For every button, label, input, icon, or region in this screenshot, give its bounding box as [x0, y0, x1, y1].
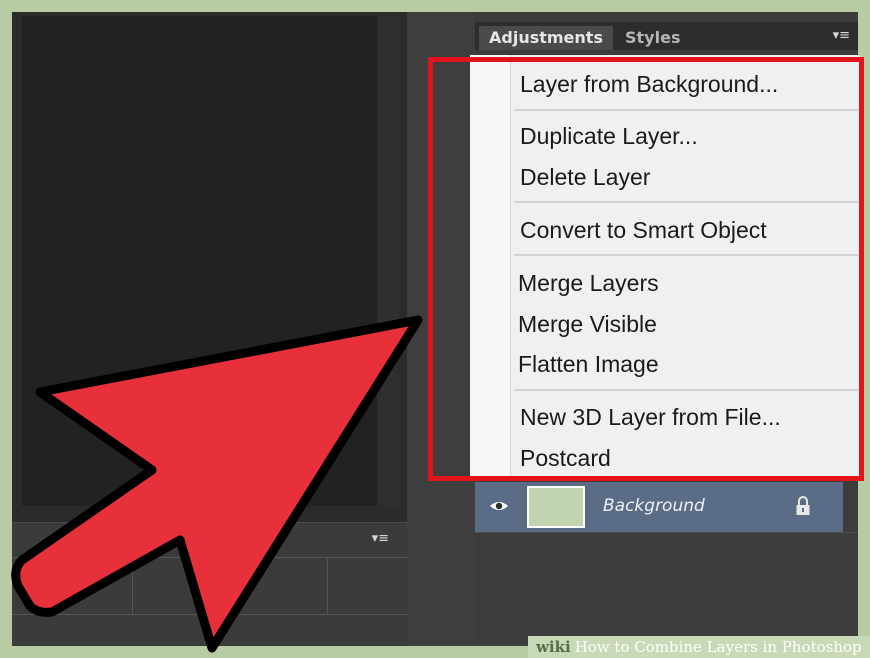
menu-item-merge-layers[interactable]: Merge Layers	[518, 268, 659, 298]
layer-row-background[interactable]: Background	[475, 482, 843, 532]
lower-panel-grid	[12, 557, 407, 615]
canvas-scrollbar[interactable]	[377, 16, 399, 506]
menu-item-layer-from-background[interactable]: Layer from Background...	[520, 69, 778, 99]
watermark: wiki How to Combine Layers in Photoshop	[528, 636, 870, 658]
menu-item-postcard[interactable]: Postcard	[520, 443, 611, 473]
lower-panel-cell	[12, 558, 133, 614]
menu-item-duplicate-layer[interactable]: Duplicate Layer...	[520, 121, 698, 151]
canvas-area: ▾≡	[12, 12, 407, 646]
watermark-brand: wiki	[536, 638, 571, 656]
menu-separator	[514, 201, 860, 203]
menu-item-delete-layer[interactable]: Delete Layer	[520, 162, 650, 192]
menu-item-new-3d-layer[interactable]: New 3D Layer from File...	[520, 402, 781, 432]
lock-icon	[796, 496, 810, 515]
layer-name[interactable]: Background	[603, 496, 705, 516]
watermark-text: How to Combine Layers in Photoshop	[574, 638, 862, 656]
menu-item-flatten-image[interactable]: Flatten Image	[518, 349, 659, 379]
menu-gutter	[470, 55, 511, 481]
lower-panel-cell	[132, 558, 328, 614]
panel-menu-icon[interactable]: ▾≡	[372, 531, 389, 546]
menu-item-convert-smart-object[interactable]: Convert to Smart Object	[520, 215, 767, 245]
menu-separator	[514, 389, 860, 391]
eye-icon[interactable]	[489, 496, 509, 516]
panel-gutter	[407, 12, 475, 646]
menu-separator	[514, 109, 860, 111]
divider	[475, 532, 858, 533]
layer-thumbnail	[527, 486, 585, 528]
tab-styles[interactable]: Styles	[615, 26, 690, 50]
tab-adjustments[interactable]: Adjustments	[479, 26, 613, 50]
menu-separator	[514, 254, 860, 256]
lower-panel: ▾≡	[12, 522, 407, 646]
document-canvas[interactable]	[22, 16, 377, 506]
panel-tabbar: Adjustments Styles ▾≡	[475, 22, 858, 50]
menu-item-merge-visible[interactable]: Merge Visible	[518, 309, 657, 339]
panel-menu-icon[interactable]: ▾≡	[833, 28, 850, 43]
context-menu: Layer from Background... Duplicate Layer…	[470, 55, 860, 481]
